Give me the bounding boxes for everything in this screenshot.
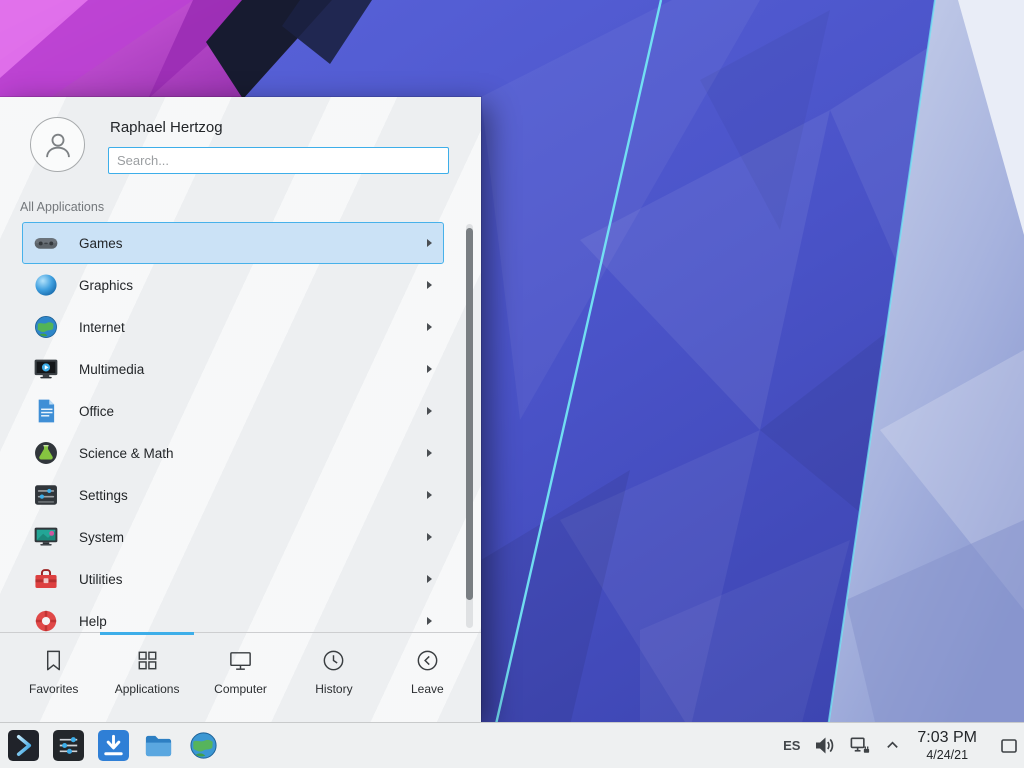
volume-icon[interactable] bbox=[813, 734, 836, 757]
category-internet[interactable]: Internet bbox=[22, 306, 444, 348]
sliders-icon bbox=[33, 482, 59, 508]
tab-label: History bbox=[315, 682, 352, 696]
person-icon bbox=[41, 128, 75, 162]
show-desktop-button[interactable] bbox=[994, 723, 1024, 768]
grid-icon bbox=[134, 647, 161, 674]
clock-date: 4/24/21 bbox=[917, 748, 977, 763]
taskbar: ES bbox=[0, 722, 1024, 768]
clock-time: 7:03 PM bbox=[917, 729, 977, 748]
category-label: Multimedia bbox=[79, 362, 144, 377]
search-input[interactable] bbox=[108, 147, 449, 174]
desktop[interactable]: Raphael Hertzog All Applications Games bbox=[0, 0, 1024, 768]
leave-icon bbox=[414, 647, 441, 674]
section-label: All Applications bbox=[20, 200, 104, 214]
user-name: Raphael Hertzog bbox=[110, 119, 223, 136]
category-games[interactable]: Games bbox=[22, 222, 444, 264]
graphics-orb-icon bbox=[33, 272, 59, 298]
multimedia-monitor-icon bbox=[33, 356, 59, 382]
digital-clock[interactable]: 7:03 PM 4/24/21 bbox=[917, 729, 977, 763]
category-science-math[interactable]: Science & Math bbox=[22, 432, 444, 474]
tab-label: Computer bbox=[214, 682, 267, 696]
gamepad-icon bbox=[33, 230, 59, 256]
help-icon bbox=[33, 608, 59, 632]
submenu-arrow-icon bbox=[427, 575, 432, 583]
file-manager-icon[interactable] bbox=[143, 730, 174, 761]
submenu-arrow-icon bbox=[427, 533, 432, 541]
bookmark-icon bbox=[40, 647, 67, 674]
system-tweaks-icon[interactable] bbox=[53, 730, 84, 761]
submenu-arrow-icon bbox=[427, 449, 432, 457]
submenu-arrow-icon bbox=[427, 281, 432, 289]
category-help[interactable]: Help bbox=[22, 600, 444, 632]
expand-tray-icon[interactable] bbox=[885, 738, 900, 753]
category-multimedia[interactable]: Multimedia bbox=[22, 348, 444, 390]
tab-computer[interactable]: Computer bbox=[194, 633, 287, 722]
clock-icon bbox=[320, 647, 347, 674]
submenu-arrow-icon bbox=[427, 323, 432, 331]
tab-label: Applications bbox=[115, 682, 180, 696]
category-label: Internet bbox=[79, 320, 125, 335]
launcher-tabbar: Favorites Applications bbox=[0, 632, 481, 722]
toolbox-icon bbox=[33, 566, 59, 592]
category-label: Graphics bbox=[79, 278, 133, 293]
category-label: Settings bbox=[79, 488, 128, 503]
category-settings[interactable]: Settings bbox=[22, 474, 444, 516]
tab-label: Favorites bbox=[29, 682, 78, 696]
scrollbar-track[interactable] bbox=[466, 224, 473, 628]
globe-icon bbox=[33, 314, 59, 340]
submenu-arrow-icon bbox=[427, 365, 432, 373]
tab-label: Leave bbox=[411, 682, 444, 696]
system-tray: ES bbox=[783, 723, 1024, 768]
category-utilities[interactable]: Utilities bbox=[22, 558, 444, 600]
submenu-arrow-icon bbox=[427, 617, 432, 625]
web-browser-icon[interactable] bbox=[188, 730, 219, 761]
category-label: Games bbox=[79, 236, 123, 251]
user-avatar[interactable] bbox=[30, 117, 85, 172]
submenu-arrow-icon bbox=[427, 239, 432, 247]
computer-icon bbox=[227, 647, 254, 674]
tab-leave[interactable]: Leave bbox=[381, 633, 474, 722]
submenu-arrow-icon bbox=[427, 491, 432, 499]
tab-favorites[interactable]: Favorites bbox=[7, 633, 100, 722]
category-graphics[interactable]: Graphics bbox=[22, 264, 444, 306]
category-label: Science & Math bbox=[79, 446, 174, 461]
tab-applications[interactable]: Applications bbox=[100, 633, 193, 722]
show-desktop-icon bbox=[999, 736, 1019, 756]
submenu-arrow-icon bbox=[427, 407, 432, 415]
flask-icon bbox=[33, 440, 59, 466]
category-label: Utilities bbox=[79, 572, 123, 587]
category-system[interactable]: System bbox=[22, 516, 444, 558]
system-monitor-icon bbox=[33, 524, 59, 550]
category-label: Office bbox=[79, 404, 114, 419]
network-icon[interactable] bbox=[849, 734, 872, 757]
launcher-header: Raphael Hertzog bbox=[0, 97, 481, 182]
category-office[interactable]: Office bbox=[22, 390, 444, 432]
keyboard-layout-indicator[interactable]: ES bbox=[783, 738, 800, 753]
discover-icon[interactable] bbox=[98, 730, 129, 761]
category-label: Help bbox=[79, 614, 107, 629]
tab-history[interactable]: History bbox=[287, 633, 380, 722]
category-label: System bbox=[79, 530, 124, 545]
kickoff-launcher-icon[interactable] bbox=[8, 730, 39, 761]
application-launcher-popup: Raphael Hertzog All Applications Games bbox=[0, 97, 481, 722]
app-category-list: Games Gr bbox=[0, 222, 481, 632]
scrollbar-thumb[interactable] bbox=[466, 228, 473, 600]
document-icon bbox=[33, 398, 59, 424]
